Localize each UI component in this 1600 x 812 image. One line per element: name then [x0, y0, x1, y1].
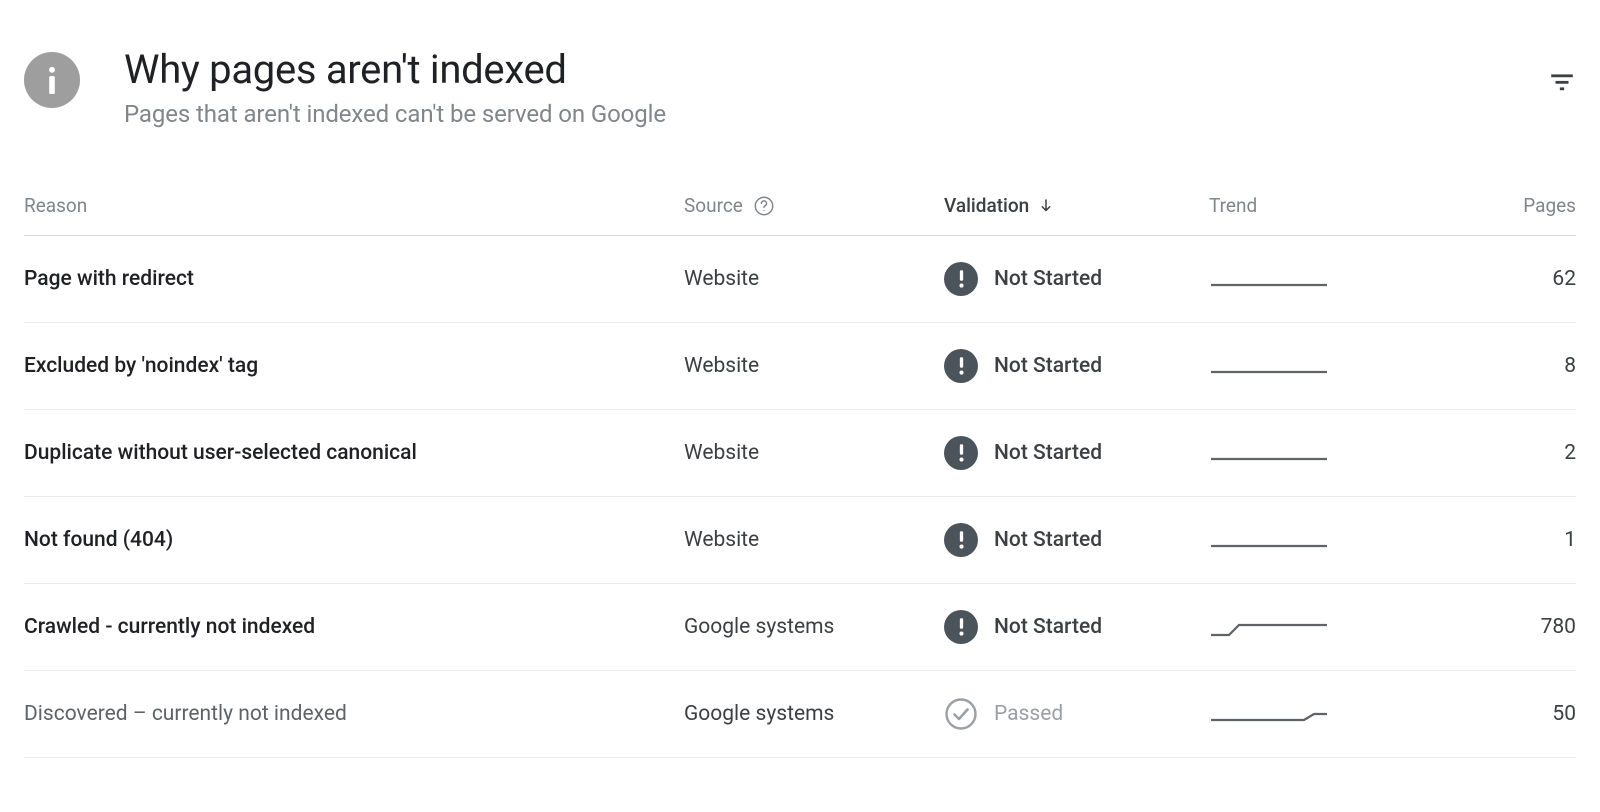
cell-validation: Not Started [944, 610, 1209, 644]
validation-text: Passed [994, 702, 1063, 726]
table-row[interactable]: Crawled - currently not indexedGoogle sy… [24, 584, 1576, 671]
column-header-trend[interactable]: Trend [1209, 194, 1394, 217]
cell-source: Website [684, 528, 944, 552]
validation-text: Not Started [994, 441, 1102, 465]
cell-reason: Discovered – currently not indexed [24, 702, 684, 726]
table-row[interactable]: Duplicate without user-selected canonica… [24, 410, 1576, 497]
column-header-source[interactable]: Source [684, 194, 944, 217]
cell-validation: Not Started [944, 349, 1209, 383]
validation-text: Not Started [994, 267, 1102, 291]
reasons-table: Reason Source Validation Trend Pages Pag… [24, 176, 1576, 758]
cell-trend [1209, 441, 1394, 465]
cell-source: Website [684, 267, 944, 291]
validation-text: Not Started [994, 615, 1102, 639]
cell-source: Google systems [684, 702, 944, 726]
help-icon[interactable] [753, 195, 775, 217]
cell-trend [1209, 702, 1394, 726]
cell-pages: 50 [1394, 702, 1576, 726]
section-title: Why pages aren't indexed [124, 48, 1548, 92]
table-row[interactable]: Not found (404)Website Not Started 1 [24, 497, 1576, 584]
exclamation-icon [944, 436, 978, 470]
validation-text: Not Started [994, 354, 1102, 378]
exclamation-icon [944, 349, 978, 383]
column-header-source-label: Source [684, 194, 743, 217]
cell-reason: Not found (404) [24, 528, 684, 552]
cell-source: Google systems [684, 615, 944, 639]
exclamation-icon [944, 262, 978, 296]
cell-trend [1209, 267, 1394, 291]
info-icon [24, 52, 80, 108]
cell-pages: 8 [1394, 354, 1576, 378]
table-row[interactable]: Excluded by 'noindex' tagWebsite Not Star… [24, 323, 1576, 410]
cell-trend [1209, 615, 1394, 639]
table-row[interactable]: Discovered – currently not indexedGoogle… [24, 671, 1576, 758]
cell-source: Website [684, 441, 944, 465]
column-header-reason[interactable]: Reason [24, 194, 684, 217]
section-subtitle: Pages that aren't indexed can't be serve… [124, 100, 1548, 128]
cell-source: Website [684, 354, 944, 378]
section-header: Why pages aren't indexed Pages that aren… [24, 48, 1576, 128]
checkmark-icon [944, 697, 978, 731]
cell-reason: Page with redirect [24, 267, 684, 291]
cell-trend [1209, 354, 1394, 378]
exclamation-icon [944, 523, 978, 557]
validation-text: Not Started [994, 528, 1102, 552]
cell-pages: 1 [1394, 528, 1576, 552]
filter-icon[interactable] [1548, 68, 1576, 96]
column-header-validation-label: Validation [944, 194, 1029, 217]
cell-validation: Not Started [944, 436, 1209, 470]
table-header-row: Reason Source Validation Trend Pages [24, 176, 1576, 236]
column-header-validation[interactable]: Validation [944, 194, 1209, 217]
cell-trend [1209, 528, 1394, 552]
cell-reason: Crawled - currently not indexed [24, 615, 684, 639]
cell-validation: Not Started [944, 262, 1209, 296]
cell-reason: Excluded by 'noindex' tag [24, 354, 684, 378]
cell-pages: 62 [1394, 267, 1576, 291]
sort-descending-icon [1037, 197, 1055, 215]
cell-validation: Passed [944, 697, 1209, 731]
cell-validation: Not Started [944, 523, 1209, 557]
column-header-pages[interactable]: Pages [1394, 194, 1576, 217]
table-row[interactable]: Page with redirectWebsite Not Started 62 [24, 236, 1576, 323]
cell-pages: 780 [1394, 615, 1576, 639]
exclamation-icon [944, 610, 978, 644]
cell-reason: Duplicate without user-selected canonica… [24, 441, 684, 465]
cell-pages: 2 [1394, 441, 1576, 465]
